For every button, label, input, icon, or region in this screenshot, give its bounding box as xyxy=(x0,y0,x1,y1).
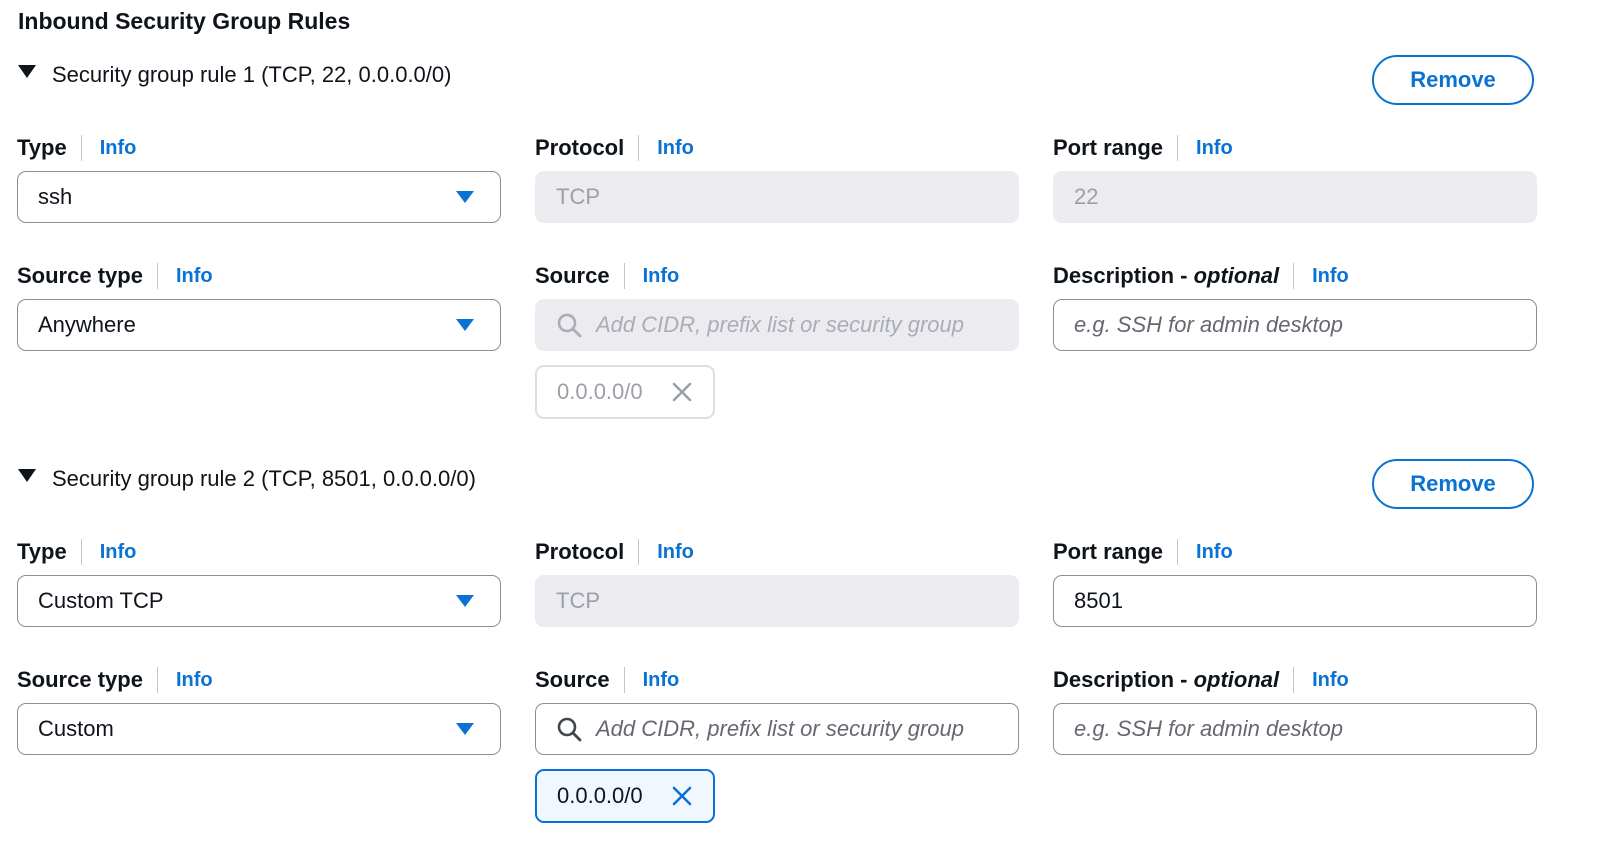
dropdown-arrow-icon xyxy=(456,723,474,735)
dropdown-arrow-icon xyxy=(456,191,474,203)
divider xyxy=(1293,667,1295,693)
divider xyxy=(623,667,625,693)
rule-1-title: Security group rule 1 (TCP, 22, 0.0.0.0/… xyxy=(52,62,452,87)
port-range-value: 22 xyxy=(1074,184,1099,209)
source-type-label: Source type xyxy=(17,667,143,692)
description-placeholder: e.g. SSH for admin desktop xyxy=(1074,716,1344,741)
source-placeholder: Add CIDR, prefix list or security group xyxy=(596,312,965,337)
rule-2-header[interactable]: Security group rule 2 (TCP, 8501, 0.0.0.… xyxy=(18,466,476,492)
type-label: Type xyxy=(17,135,67,160)
dismiss-icon xyxy=(672,382,692,402)
rule-1-source-search-input: Add CIDR, prefix list or security group xyxy=(535,299,1019,351)
source-label: Source xyxy=(535,667,610,692)
divider xyxy=(638,135,640,161)
rule-2-protocol-input: TCP xyxy=(535,575,1019,627)
rule-2-source-token[interactable]: 0.0.0.0/0 xyxy=(535,769,715,823)
section-title: Inbound Security Group Rules xyxy=(18,8,351,34)
description-info-link[interactable]: Info xyxy=(1312,265,1349,288)
rule-1-description-input[interactable]: e.g. SSH for admin desktop xyxy=(1053,299,1537,351)
protocol-label: Protocol xyxy=(535,539,625,564)
dropdown-arrow-icon xyxy=(456,595,474,607)
description-label: Description - optional xyxy=(1053,263,1280,288)
divider xyxy=(80,135,82,161)
token-label: 0.0.0.0/0 xyxy=(557,783,643,808)
divider xyxy=(1177,539,1179,565)
rule-2-source-type-select[interactable]: Custom xyxy=(17,703,501,755)
description-placeholder: e.g. SSH for admin desktop xyxy=(1074,312,1344,337)
divider xyxy=(1293,263,1295,289)
rule-2-source-search-input[interactable]: Add CIDR, prefix list or security group xyxy=(535,703,1019,755)
protocol-label: Protocol xyxy=(535,135,625,160)
source-placeholder: Add CIDR, prefix list or security group xyxy=(596,716,965,741)
source-type-info-link[interactable]: Info xyxy=(176,669,213,692)
rule-1-header[interactable]: Security group rule 1 (TCP, 22, 0.0.0.0/… xyxy=(18,62,451,88)
rule-1-type-field: Type Info ssh xyxy=(17,133,501,223)
caret-down-icon[interactable] xyxy=(18,64,36,78)
type-value: ssh xyxy=(38,184,73,209)
source-type-value: Custom xyxy=(38,716,114,741)
rule-1-source-field: Source Info Add CIDR, prefix list or sec… xyxy=(535,261,1019,419)
type-info-link[interactable]: Info xyxy=(100,541,137,564)
rule-1-remove-button[interactable]: Remove xyxy=(1372,55,1534,105)
divider xyxy=(156,667,158,693)
type-value: Custom TCP xyxy=(38,588,164,613)
port-range-label: Port range xyxy=(1053,135,1164,160)
caret-down-icon[interactable] xyxy=(18,468,36,482)
rule-1-port-range-field: Port range Info 22 xyxy=(1053,133,1537,223)
description-info-link[interactable]: Info xyxy=(1312,669,1349,692)
rule-2-type-field: Type Info Custom TCP xyxy=(17,537,501,627)
type-info-link[interactable]: Info xyxy=(100,137,137,160)
protocol-info-link[interactable]: Info xyxy=(657,541,694,564)
rule-2-source-field: Source Info Add CIDR, prefix list or sec… xyxy=(535,665,1019,823)
protocol-info-link[interactable]: Info xyxy=(657,137,694,160)
source-info-link[interactable]: Info xyxy=(643,669,680,692)
dismiss-icon[interactable] xyxy=(671,785,693,807)
search-icon xyxy=(557,313,582,338)
rule-2-description-input[interactable]: e.g. SSH for admin desktop xyxy=(1053,703,1537,755)
port-range-info-link[interactable]: Info xyxy=(1196,541,1233,564)
token-label: 0.0.0.0/0 xyxy=(557,379,643,404)
divider xyxy=(156,263,158,289)
port-range-info-link[interactable]: Info xyxy=(1196,137,1233,160)
source-type-value: Anywhere xyxy=(38,312,136,337)
port-range-value: 8501 xyxy=(1074,588,1123,613)
rule-1-protocol-input: TCP xyxy=(535,171,1019,223)
source-type-label: Source type xyxy=(17,263,143,288)
port-range-label: Port range xyxy=(1053,539,1164,564)
rule-2-remove-button[interactable]: Remove xyxy=(1372,459,1534,509)
source-label: Source xyxy=(535,263,610,288)
dropdown-arrow-icon xyxy=(456,319,474,331)
protocol-value: TCP xyxy=(556,184,600,209)
rule-2-type-select[interactable]: Custom TCP xyxy=(17,575,501,627)
rule-2-protocol-field: Protocol Info TCP xyxy=(535,537,1019,627)
source-type-info-link[interactable]: Info xyxy=(176,265,213,288)
rule-2-description-field: Description - optional Info e.g. SSH for… xyxy=(1053,665,1537,755)
rule-2-port-range-field: Port range Info 8501 xyxy=(1053,537,1537,627)
divider xyxy=(80,539,82,565)
source-info-link[interactable]: Info xyxy=(643,265,680,288)
rule-1-source-token: 0.0.0.0/0 xyxy=(535,365,715,419)
divider xyxy=(638,539,640,565)
rule-2-title: Security group rule 2 (TCP, 8501, 0.0.0.… xyxy=(52,466,476,491)
search-icon xyxy=(557,717,582,742)
rule-1-source-type-field: Source type Info Anywhere xyxy=(17,261,501,351)
type-label: Type xyxy=(17,539,67,564)
rule-2-source-type-field: Source type Info Custom xyxy=(17,665,501,755)
protocol-value: TCP xyxy=(556,588,600,613)
rule-1-description-field: Description - optional Info e.g. SSH for… xyxy=(1053,261,1537,351)
rule-1-type-select[interactable]: ssh xyxy=(17,171,501,223)
divider xyxy=(1177,135,1179,161)
rule-1-source-type-select[interactable]: Anywhere xyxy=(17,299,501,351)
rule-1-port-range-input: 22 xyxy=(1053,171,1537,223)
rule-1-protocol-field: Protocol Info TCP xyxy=(535,133,1019,223)
rule-2-port-range-input[interactable]: 8501 xyxy=(1053,575,1537,627)
divider xyxy=(623,263,625,289)
description-label: Description - optional xyxy=(1053,667,1280,692)
